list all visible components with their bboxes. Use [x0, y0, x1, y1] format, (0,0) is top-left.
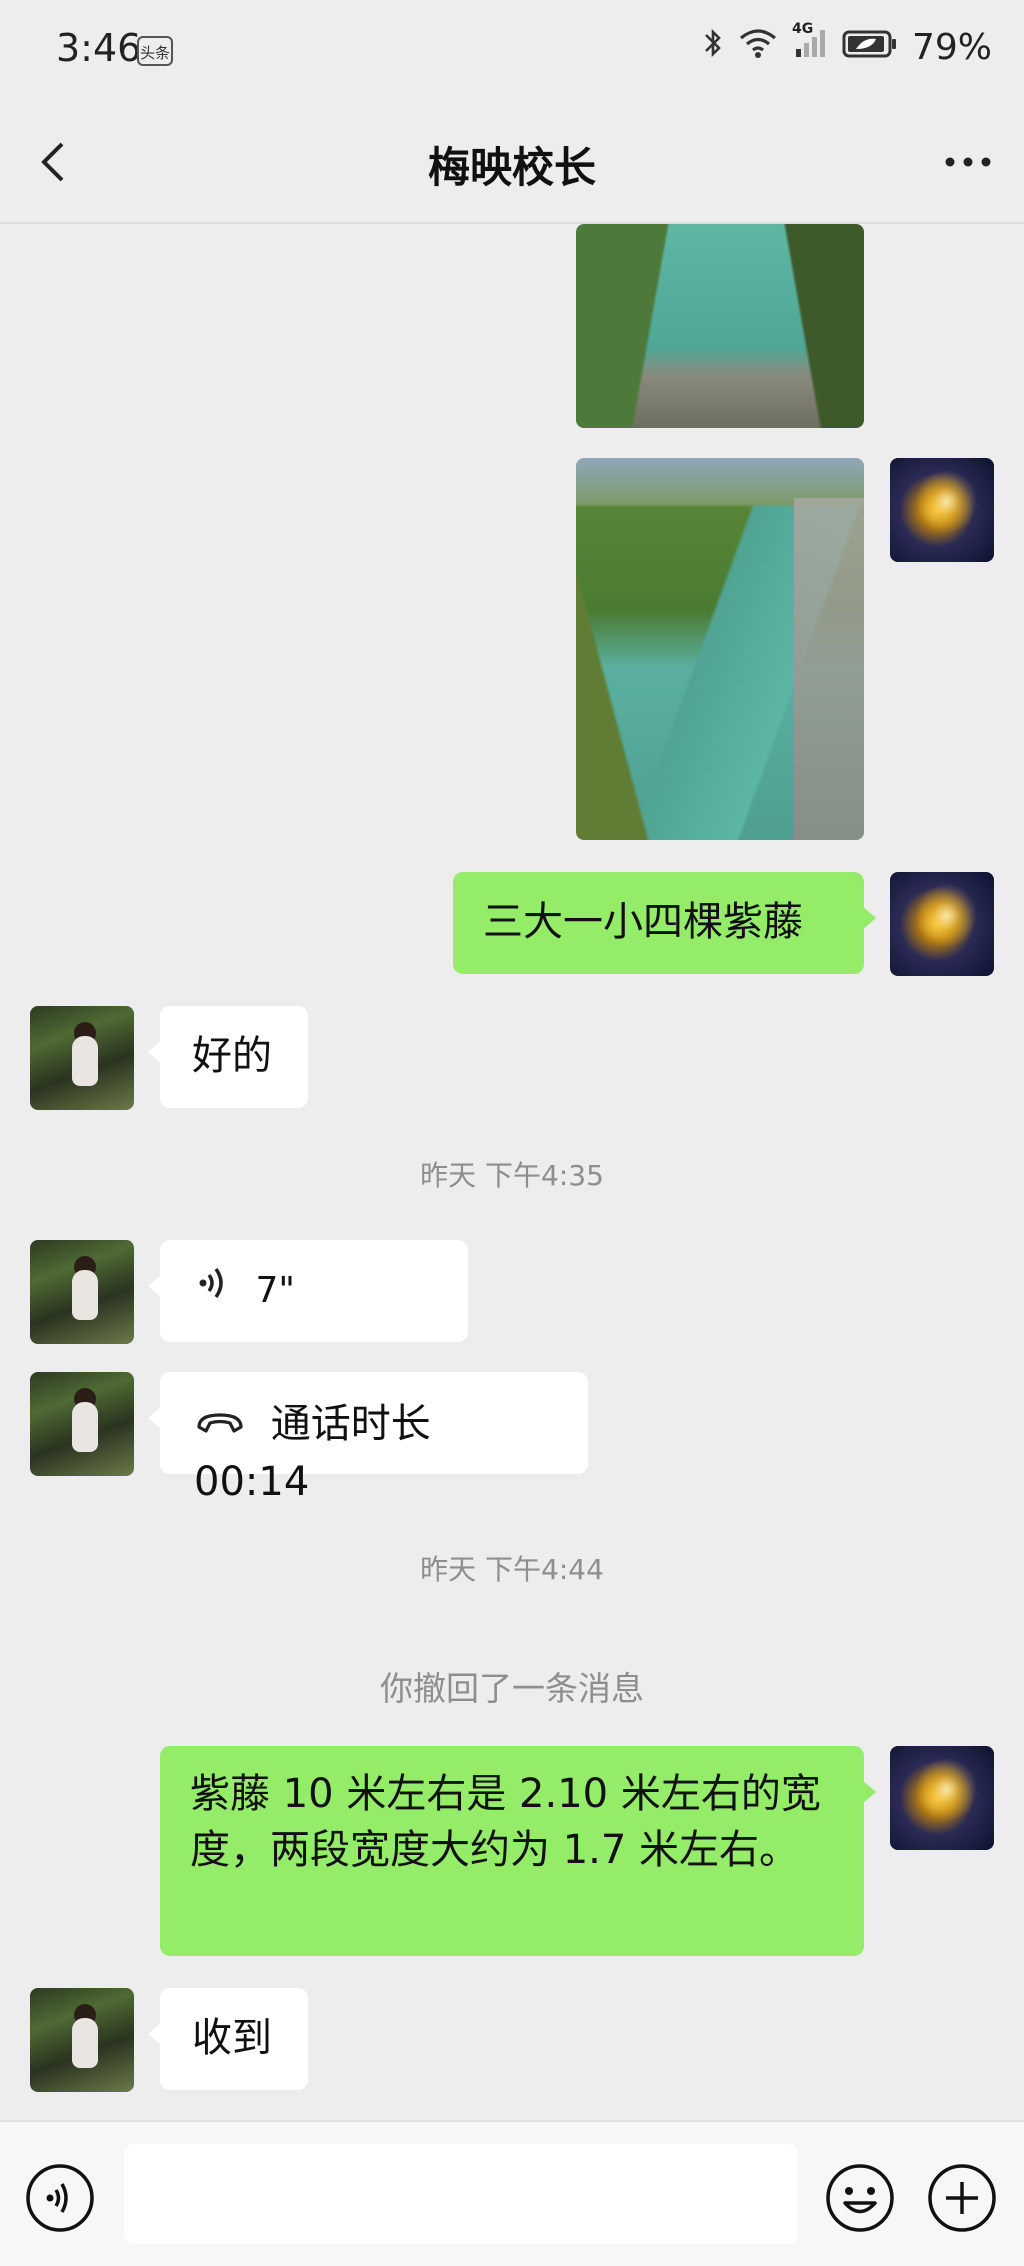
voice-message-bubble[interactable]: 7"	[148, 1240, 468, 1342]
image-message-greenway-1[interactable]	[576, 224, 864, 428]
emoji-smile-icon	[826, 2164, 894, 2232]
bluetooth-icon	[702, 26, 724, 69]
outgoing-message-bubble[interactable]: 三大一小四棵紫藤	[453, 872, 876, 974]
wifi-icon	[738, 27, 778, 68]
toutiao-badge-icon: 头条	[137, 36, 173, 66]
more-functions-button[interactable]	[926, 2162, 998, 2234]
contact-avatar[interactable]	[30, 1372, 134, 1476]
status-time: 3:46	[56, 26, 142, 70]
chat-title: 梅映校长	[427, 143, 596, 192]
battery-icon	[842, 27, 898, 68]
timestamp-divider: 昨天 下午4:35	[420, 1159, 604, 1192]
network-type-label: 4G	[791, 21, 814, 37]
incoming-message-bubble[interactable]: 好的	[148, 1006, 308, 1108]
more-options-button[interactable]	[936, 134, 1000, 190]
phone-hangup-icon	[194, 1396, 246, 1452]
emoji-button[interactable]	[824, 2162, 896, 2234]
my-avatar[interactable]	[890, 872, 994, 976]
signal-icon: 4G	[792, 21, 828, 68]
contact-avatar[interactable]	[30, 1988, 134, 2092]
timestamp-divider: 昨天 下午4:44	[420, 1553, 604, 1586]
recalled-message-notice: 你撤回了一条消息	[380, 1669, 644, 1708]
status-bar: 3:46 头条 4G 79%	[0, 0, 1024, 100]
chat-input-bar	[0, 2120, 1024, 2266]
contact-avatar[interactable]	[30, 1006, 134, 1110]
call-record-bubble[interactable]: 通话时长 00:14	[148, 1372, 588, 1505]
voice-toggle-icon	[26, 2164, 94, 2232]
message-input-field[interactable]	[124, 2144, 798, 2244]
message-text: 好的	[192, 1033, 272, 1079]
message-text: 三大一小四棵紫藤	[483, 899, 803, 945]
battery-percent: 79%	[911, 27, 992, 68]
message-text: 紫藤 10 米左右是 2.10 米左右的宽度，两段宽度大约为 1.7 米左右。	[190, 1771, 821, 1873]
outgoing-message-bubble[interactable]: 紫藤 10 米左右是 2.10 米左右的宽度，两段宽度大约为 1.7 米左右。	[160, 1746, 876, 1956]
message-text: 收到	[192, 2015, 272, 2061]
voice-duration: 7"	[255, 1270, 295, 1311]
more-dots-icon	[945, 157, 991, 167]
my-avatar[interactable]	[890, 458, 994, 562]
chat-header: 梅映校长	[0, 100, 1024, 224]
voice-input-button[interactable]	[24, 2162, 96, 2234]
plus-circle-icon	[928, 2164, 996, 2232]
image-message-greenway-2[interactable]	[576, 458, 864, 840]
my-avatar[interactable]	[890, 1746, 994, 1850]
chat-message-list[interactable]: 三大一小四棵紫藤 好的 昨天 下午4:35 7" 通话时长 00:14 昨天 下…	[0, 224, 1024, 2120]
contact-avatar[interactable]	[30, 1240, 134, 1344]
incoming-message-bubble[interactable]: 收到	[148, 1988, 308, 2090]
voice-wave-icon	[196, 1263, 230, 1320]
